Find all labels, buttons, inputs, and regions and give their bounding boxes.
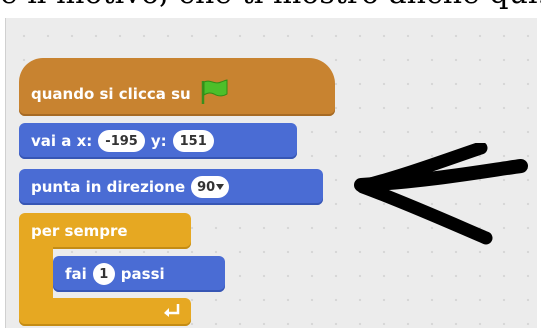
cut-off-caption-text: è il motivo, che ti mostro anche qui. bbox=[0, 0, 541, 14]
scripts-area[interactable]: quando si clicca su vai a x: -195 y: 151… bbox=[5, 18, 537, 328]
move-steps-block[interactable]: fai 1 passi bbox=[53, 256, 225, 292]
point-in-direction-label: punta in direzione bbox=[31, 178, 186, 196]
forever-block-bottom bbox=[19, 298, 191, 326]
x-value-input[interactable]: -195 bbox=[98, 130, 145, 152]
steps-value-input[interactable]: 1 bbox=[92, 263, 115, 285]
y-value-input[interactable]: 151 bbox=[172, 130, 214, 152]
triangle-down-icon bbox=[215, 180, 225, 195]
go-to-x-label: vai a x: bbox=[31, 132, 93, 150]
move-label: fai bbox=[65, 265, 87, 283]
forever-label: per sempre bbox=[31, 222, 128, 240]
direction-value: 90 bbox=[197, 179, 216, 195]
forever-block-arm bbox=[19, 243, 53, 303]
direction-dropdown[interactable]: 90 bbox=[191, 176, 230, 198]
steps-label: passi bbox=[120, 265, 165, 283]
hand-drawn-arrow-icon bbox=[354, 143, 528, 245]
loop-arrow-icon bbox=[163, 302, 181, 322]
green-flag-icon bbox=[199, 79, 229, 109]
go-to-xy-block[interactable]: vai a x: -195 y: 151 bbox=[19, 123, 297, 159]
when-flag-clicked-label: quando si clicca su bbox=[31, 85, 191, 103]
go-to-y-label: y: bbox=[150, 132, 167, 150]
point-in-direction-block[interactable]: punta in direzione 90 bbox=[19, 169, 323, 205]
when-flag-clicked-block[interactable]: quando si clicca su bbox=[19, 58, 335, 116]
